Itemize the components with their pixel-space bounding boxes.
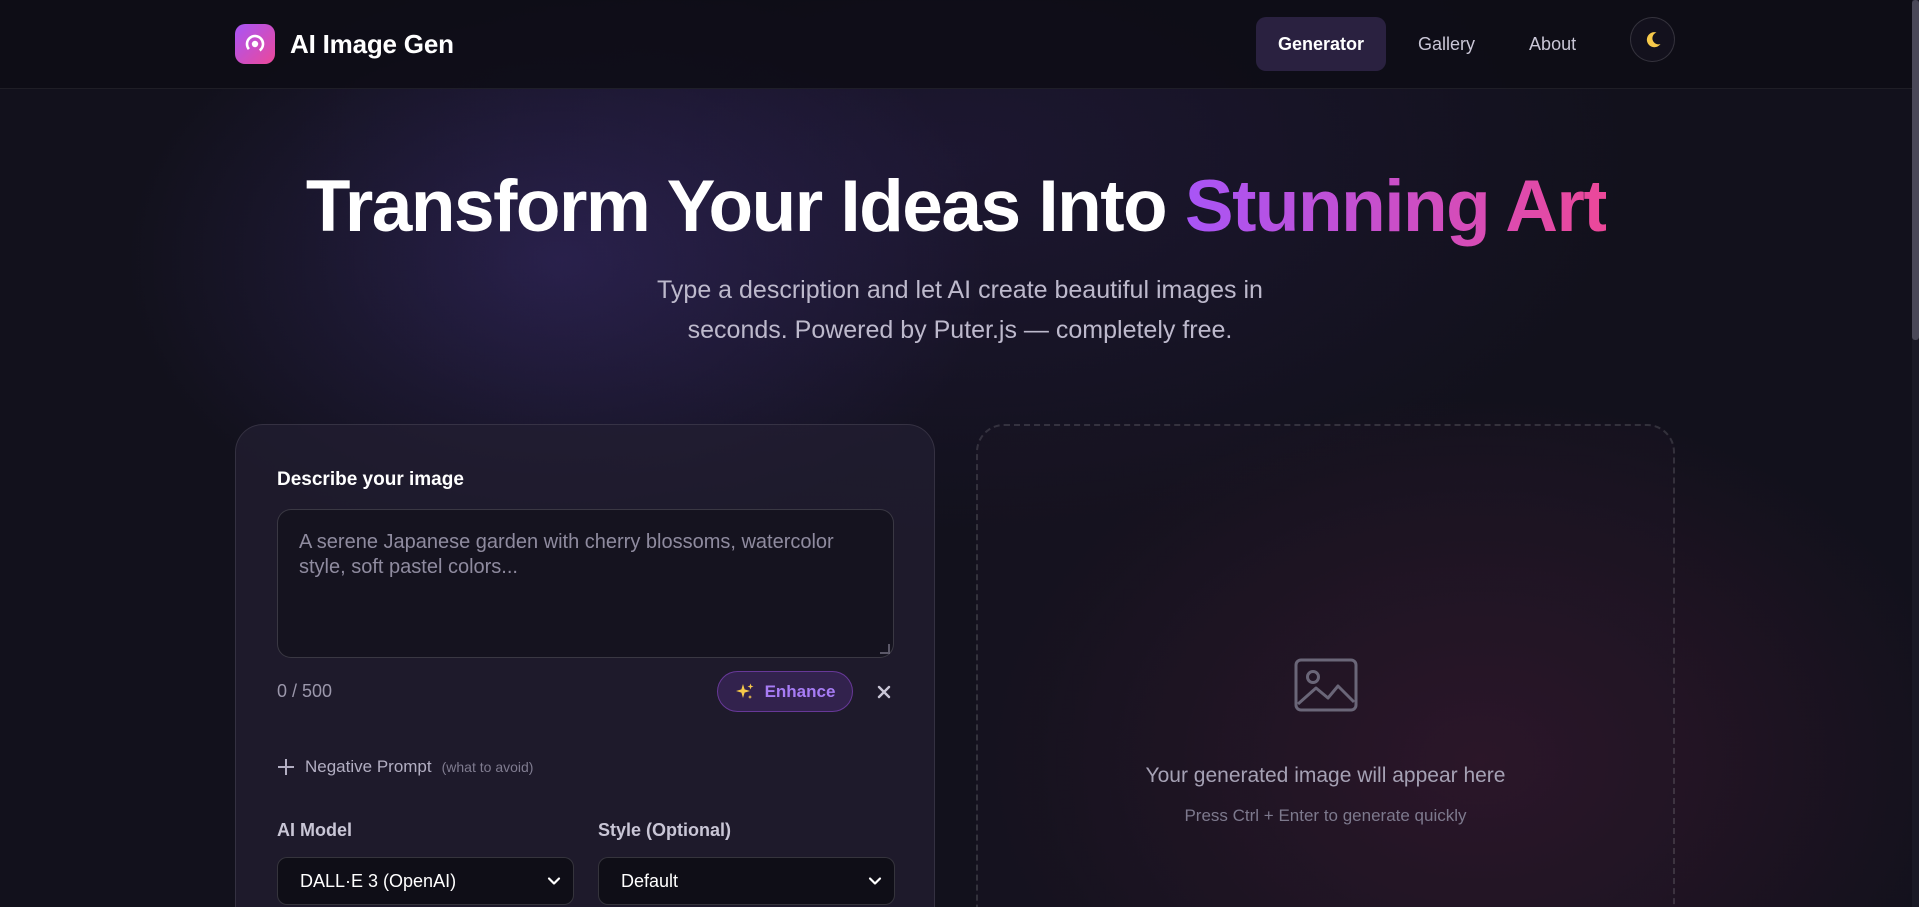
sparkles-icon bbox=[735, 683, 754, 699]
hero-title-plain: Transform Your Ideas Into bbox=[305, 166, 1185, 247]
resize-handle[interactable] bbox=[880, 644, 890, 654]
style-label: Style (Optional) bbox=[598, 820, 732, 840]
theme-toggle-button[interactable] bbox=[1630, 17, 1675, 62]
preview-shortcut-hint: Press Ctrl + Enter to generate quickly bbox=[1184, 806, 1467, 825]
hero-title-accent: Stunning Art bbox=[1184, 166, 1608, 247]
model-label: AI Model bbox=[277, 820, 352, 840]
negative-prompt-toggle[interactable]: Negative Prompt (what to avoid) bbox=[277, 757, 533, 777]
image-preview-area: Your generated image will appear here Pr… bbox=[976, 424, 1675, 907]
logo-icon bbox=[235, 24, 275, 64]
style-select[interactable]: Default bbox=[598, 857, 895, 905]
image-icon bbox=[1294, 658, 1358, 712]
chevron-down-icon bbox=[868, 877, 882, 885]
app-name: AI Image Gen bbox=[290, 28, 454, 59]
nav-gallery[interactable]: Gallery bbox=[1396, 17, 1497, 71]
model-select[interactable]: DALL·E 3 (OpenAI) bbox=[277, 857, 574, 905]
moon-icon bbox=[1646, 31, 1660, 47]
main-nav: Generator Gallery About bbox=[1256, 17, 1608, 71]
prompt-placeholder: A serene Japanese garden with cherry blo… bbox=[299, 531, 834, 578]
nav-about[interactable]: About bbox=[1507, 17, 1598, 71]
prompt-textarea[interactable]: A serene Japanese garden with cherry blo… bbox=[277, 509, 894, 658]
negative-prompt-label: Negative Prompt bbox=[305, 757, 432, 776]
top-header: AI Image Gen Generator Gallery About bbox=[0, 0, 1912, 89]
hero-subtitle: Type a description and let AI create bea… bbox=[657, 276, 1263, 344]
hero-title: Transform Your Ideas Into Stunning Art bbox=[0, 165, 1912, 248]
style-value: Default bbox=[621, 870, 679, 891]
generator-form-card: Describe your image A serene Japanese ga… bbox=[235, 424, 935, 907]
logo[interactable]: AI Image Gen bbox=[235, 24, 454, 64]
char-counter: 0 / 500 bbox=[277, 681, 333, 701]
chevron-down-icon bbox=[547, 877, 561, 885]
negative-prompt-hint: (what to avoid) bbox=[441, 759, 534, 775]
nav-generator[interactable]: Generator bbox=[1256, 17, 1387, 71]
plus-icon bbox=[278, 759, 294, 775]
scrollbar-thumb[interactable] bbox=[1912, 0, 1919, 340]
close-icon bbox=[877, 685, 891, 699]
prompt-label: Describe your image bbox=[277, 469, 464, 490]
enhance-button[interactable]: Enhance bbox=[717, 671, 853, 712]
model-value: DALL·E 3 (OpenAI) bbox=[300, 870, 457, 891]
enhance-label: Enhance bbox=[764, 681, 836, 701]
preview-placeholder-title: Your generated image will appear here bbox=[1145, 764, 1506, 787]
clear-prompt-button[interactable] bbox=[869, 677, 899, 707]
